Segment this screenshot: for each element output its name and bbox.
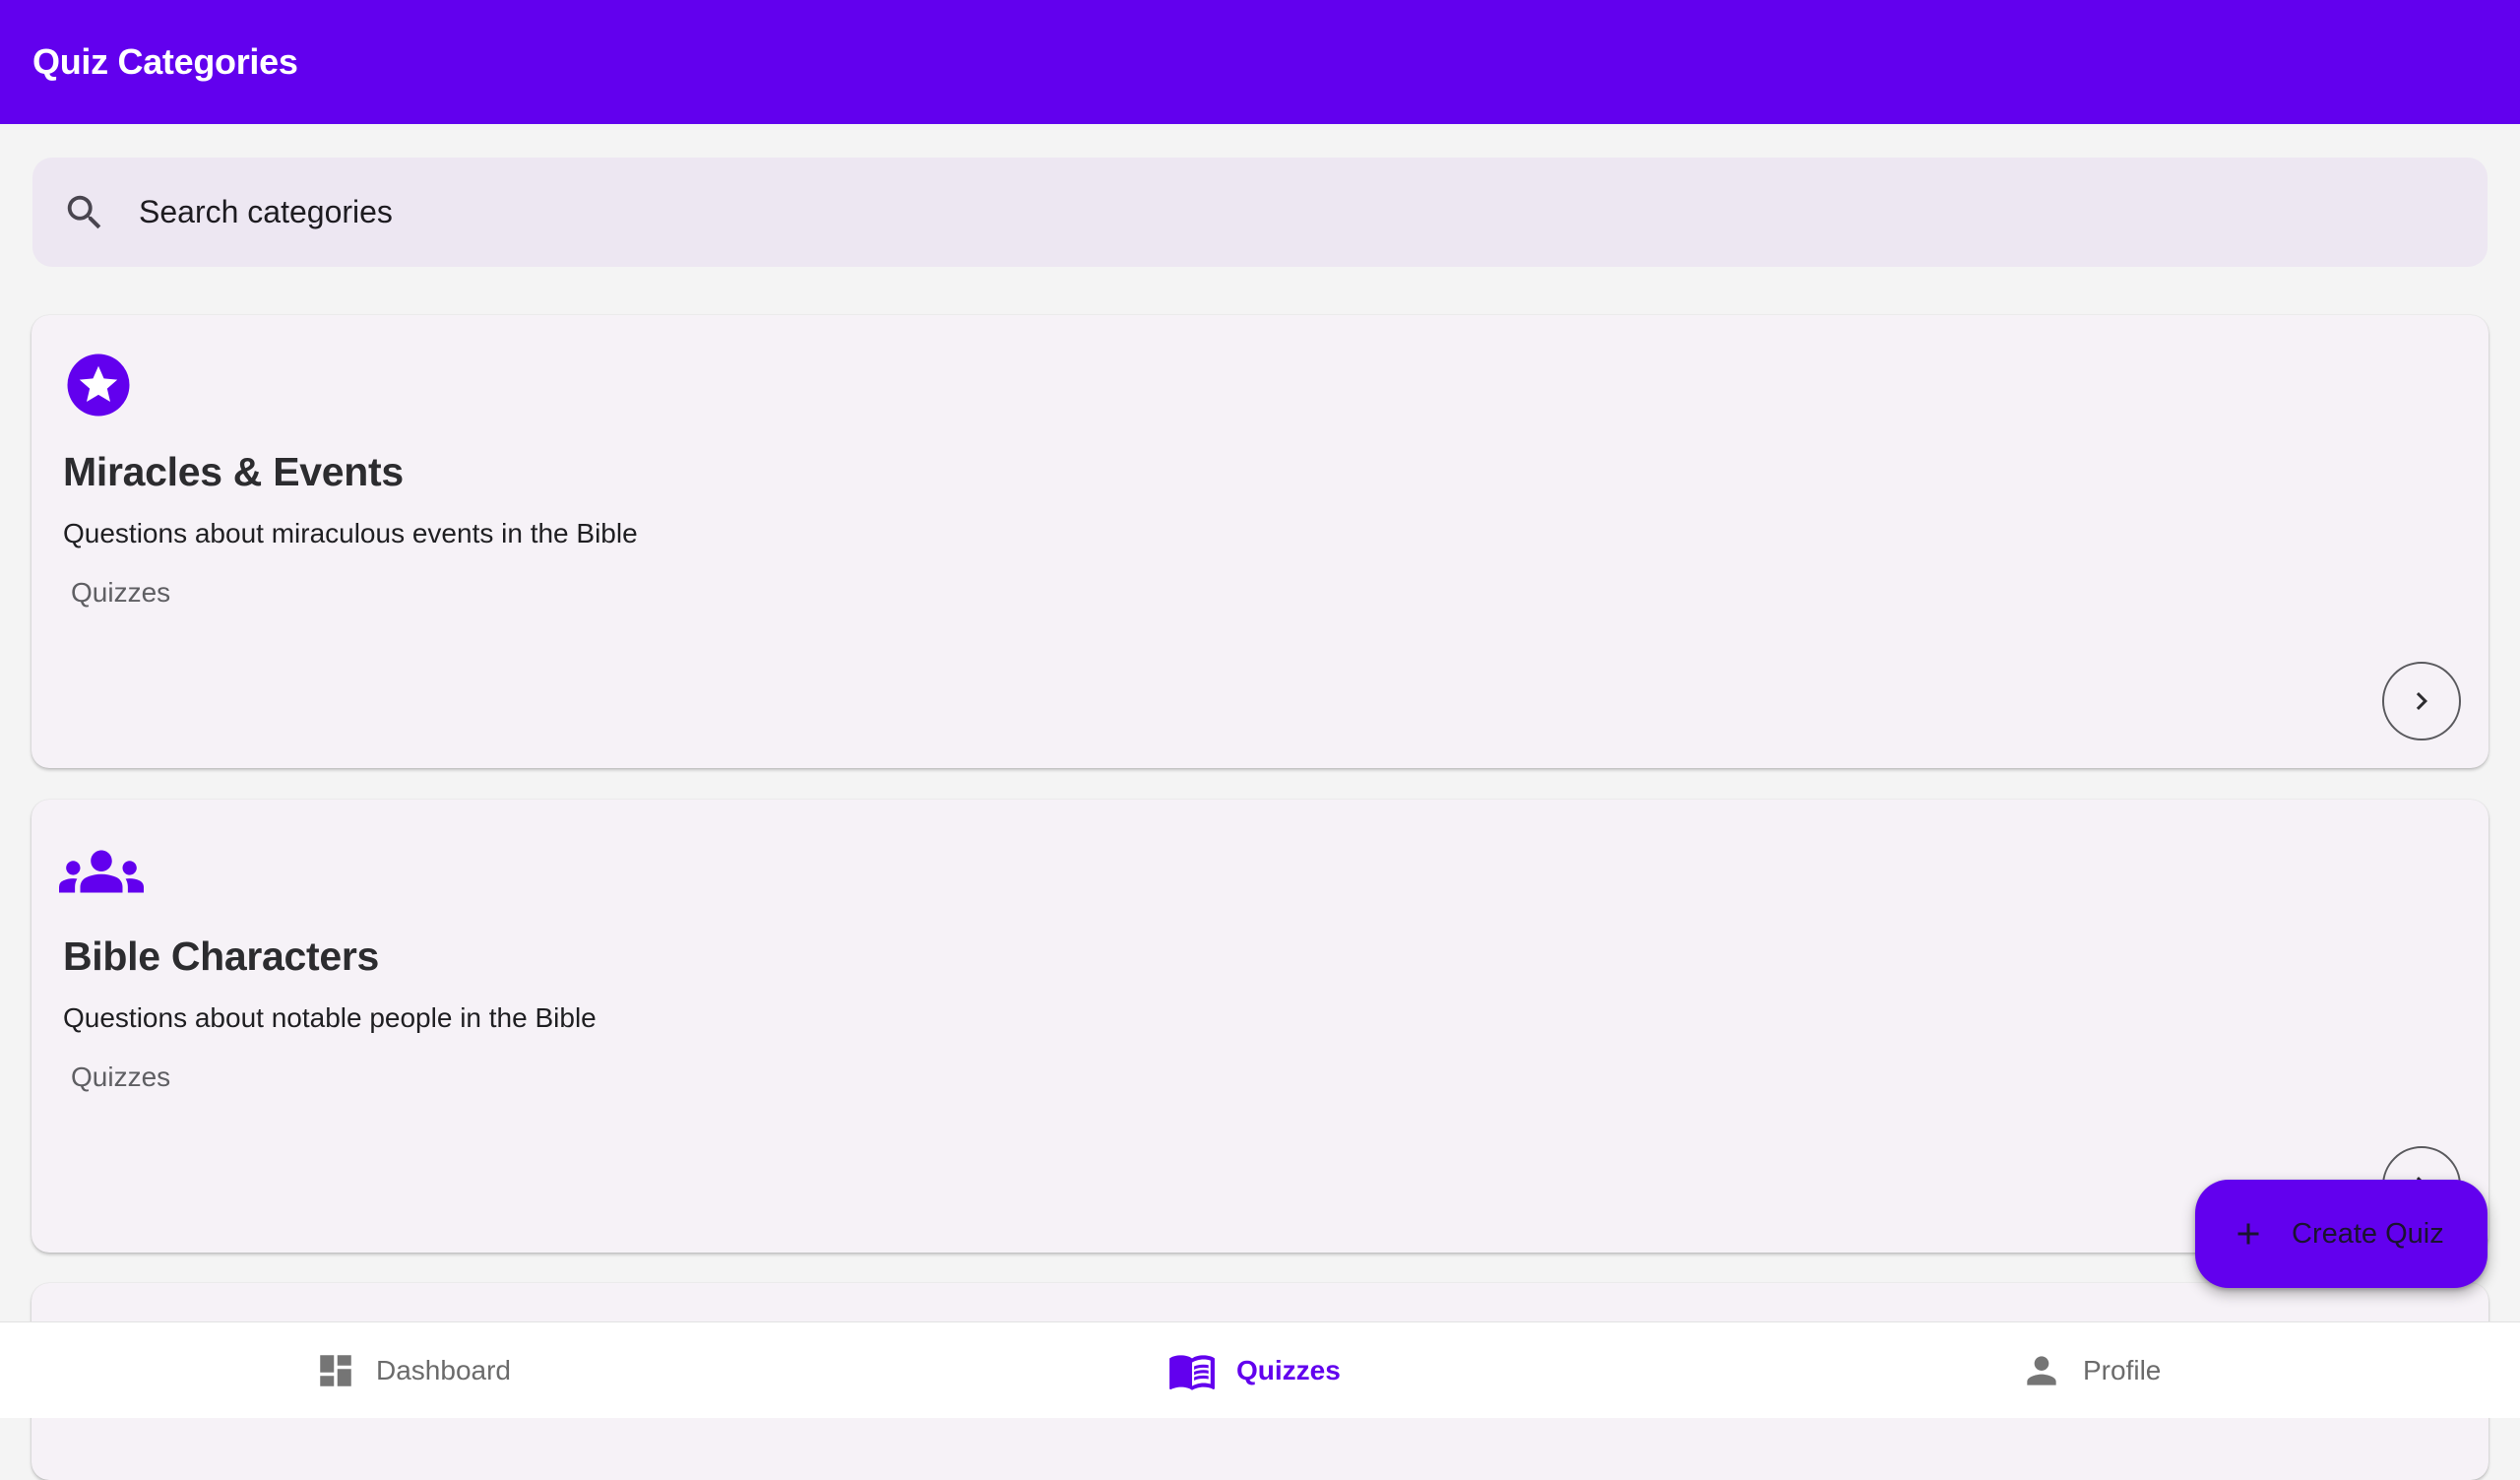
category-card-miracles[interactable]: Miracles & Events Questions about miracu… xyxy=(32,315,2488,768)
nav-label-profile: Profile xyxy=(2083,1355,2162,1385)
chevron-right-icon xyxy=(2416,692,2427,710)
category-title: Bible Characters xyxy=(63,933,380,979)
plus-icon xyxy=(2237,1223,2259,1245)
nav-label-dashboard: Dashboard xyxy=(376,1355,511,1385)
search-icon xyxy=(67,195,101,228)
create-quiz-button[interactable]: Create Quiz xyxy=(2195,1180,2488,1288)
search-input[interactable] xyxy=(137,193,2401,231)
nav-item-profile[interactable]: Profile xyxy=(2020,1322,2161,1419)
nav-label-quizzes: Quizzes xyxy=(1236,1355,1341,1385)
search-bar[interactable] xyxy=(32,158,2488,267)
page-title: Quiz Categories xyxy=(32,41,298,82)
person-icon xyxy=(2027,1356,2056,1385)
dashboard-icon xyxy=(320,1355,351,1386)
category-description: Questions about notable people in the Bi… xyxy=(63,1002,597,1033)
nav-item-quizzes[interactable]: Quizzes xyxy=(1167,1322,1341,1419)
create-quiz-label: Create Quiz xyxy=(2292,1217,2444,1250)
category-title: Miracles & Events xyxy=(63,449,404,494)
nav-item-dashboard[interactable]: Dashboard xyxy=(315,1322,511,1419)
category-meta: Quizzes xyxy=(71,577,171,608)
app-bar: Quiz Categories xyxy=(0,0,2520,124)
menu-book-icon xyxy=(1169,1355,1215,1390)
star-circle-icon xyxy=(67,354,130,417)
bottom-navigation: Dashboard Quizzes Profile xyxy=(0,1321,2520,1418)
groups-icon xyxy=(59,850,144,893)
category-card-characters[interactable]: Bible Characters Questions about notable… xyxy=(32,800,2488,1253)
category-description: Questions about miraculous events in the… xyxy=(63,518,638,548)
category-meta: Quizzes xyxy=(71,1062,171,1092)
open-category-button[interactable] xyxy=(2382,662,2461,740)
